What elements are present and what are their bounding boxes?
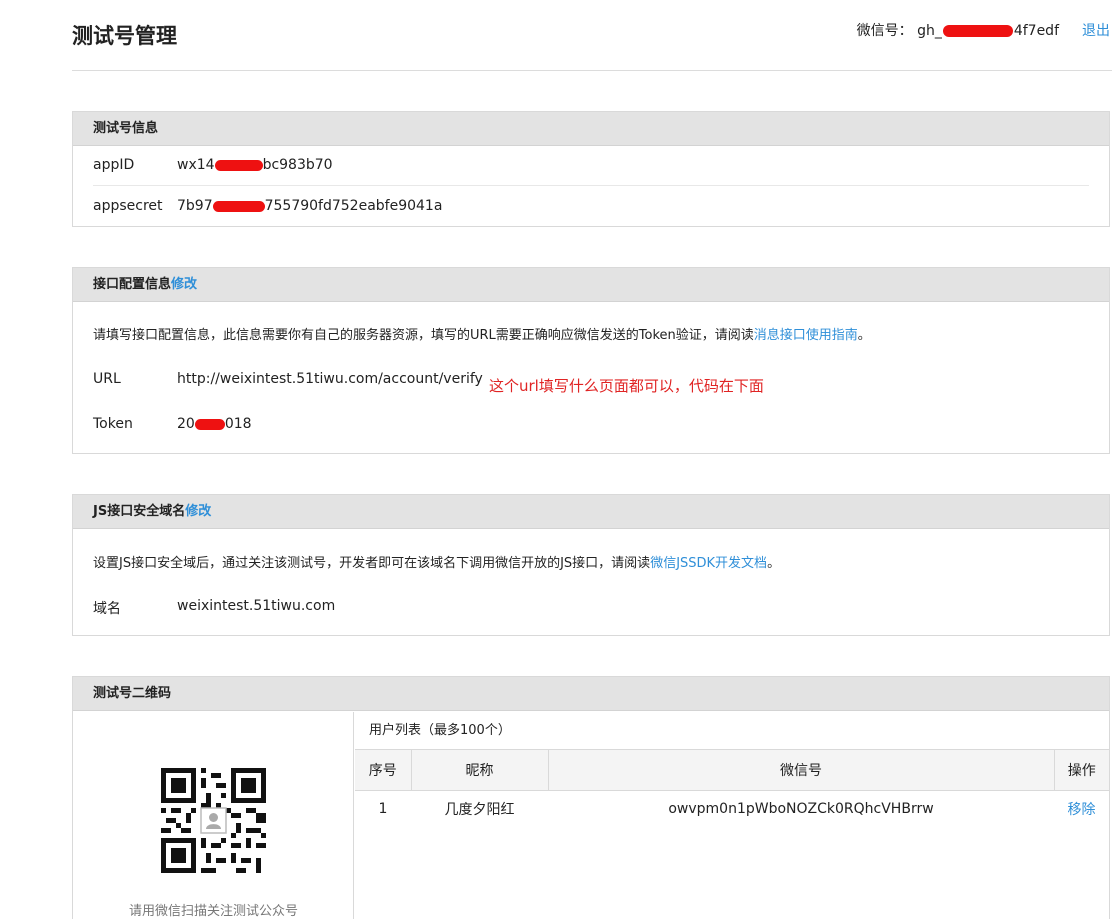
message-guide-link[interactable]: 消息接口使用指南 [754,328,858,343]
row-wechat-id: owvpm0n1pWboNOZCk0RQhcVHBrrw [668,801,934,818]
qrcode-area: 请用微信扫描关注测试公众号 [73,712,354,919]
user-table-header: 序号 昵称 微信号 操作 [355,750,1109,791]
redaction-mark [214,159,263,171]
col-nickname: 昵称 [411,750,549,791]
appsecret-suffix: 755790fd752eabfe9041a [264,198,443,214]
table-row: 1 几度夕阳红 owvpm0n1pWboNOZCk0RQhcVHBrrw 移除 [355,790,1109,828]
user-list: 用户列表（最多100个） 序号 昵称 微信号 操作 1 几度夕阳红 owvpm0… [355,712,1109,828]
appsecret-value: 7b97 755790fd752eabfe9041a [177,198,442,214]
domain-label: 域名 [93,601,121,617]
col-wechat-id: 微信号 [548,750,1055,791]
interface-edit-link[interactable]: 修改 [171,277,197,292]
redaction-mark [212,200,265,212]
row-nickname: 几度夕阳红 [444,802,515,819]
appsecret-label: appsecret [93,198,163,214]
appid-row: appID wx14 bc983b70 [93,146,1089,186]
page-header: 测试号管理 微信号： gh_ 4f7edf 退出 [72,0,1112,71]
account-info: 微信号： gh_ 4f7edf [857,20,1059,40]
account-label: 微信号： [856,23,913,39]
qrcode-panel: 测试号二维码 请用微信扫描关注测试公众号 用户列表（最多100个） 序号 昵称 … [72,676,1110,919]
user-table: 序号 昵称 微信号 操作 1 几度夕阳红 owvpm0n1pWboNOZCk0R… [355,750,1109,828]
js-domain-description: 设置JS接口安全域后，通过关注该测试号，开发者即可在该域名下调用微信开放的JS接… [93,552,780,571]
js-desc-text: 设置JS接口安全域后，通过关注该测试号，开发者即可在该域名下调用微信开放的JS接… [93,556,651,571]
token-value: 20 018 [177,416,252,432]
url-label: URL [93,371,121,387]
interface-desc-text: 请填写接口配置信息，此信息需要你有自己的服务器资源，填写的URL需要正确响应微信… [93,328,754,343]
interface-config-title-text: 接口配置信息 [93,277,172,292]
js-domain-edit-link[interactable]: 修改 [185,504,211,519]
account-id-suffix: 4f7edf [1013,23,1059,39]
account-id-prefix: gh_ [917,23,942,39]
redaction-mark [942,25,1013,37]
appsecret-prefix: 7b97 [177,198,213,214]
row-index: 1 [378,801,388,818]
redaction-mark [194,418,225,430]
test-info-title: 测试号信息 [73,112,1109,146]
interface-config-title: 接口配置信息修改 [73,268,1109,302]
qrcode-caption: 请用微信扫描关注测试公众号 [128,904,298,919]
page-title: 测试号管理 [72,24,177,48]
jssdk-doc-link[interactable]: 微信JSSDK开发文档 [650,556,767,571]
annotation-text: 这个url填写什么页面都可以，代码在下面 [489,377,764,395]
appsecret-row: appsecret 7b97 755790fd752eabfe9041a [93,186,1089,226]
js-domain-title-text: JS接口安全域名 [93,504,186,519]
interface-config-panel: 接口配置信息修改 请填写接口配置信息，此信息需要你有自己的服务器资源，填写的UR… [72,267,1110,454]
interface-desc-end: 。 [857,328,871,343]
js-domain-panel: JS接口安全域名修改 设置JS接口安全域后，通过关注该测试号，开发者即可在该域名… [72,494,1110,636]
token-suffix: 018 [224,416,252,432]
js-domain-title: JS接口安全域名修改 [73,495,1109,529]
appid-label: appID [93,157,135,173]
col-action: 操作 [1054,750,1109,791]
token-label: Token [93,416,133,432]
appid-suffix: bc983b70 [262,157,333,173]
interface-description: 请填写接口配置信息，此信息需要你有自己的服务器资源，填写的URL需要正确响应微信… [93,324,871,343]
domain-value: weixintest.51tiwu.com [177,598,336,614]
qrcode-image [161,768,266,873]
qrcode-title: 测试号二维码 [73,677,1109,711]
js-desc-end: 。 [767,556,781,571]
test-info-panel: 测试号信息 appID wx14 bc983b70 appsecret 7b97 7… [72,111,1110,227]
url-value: http://weixintest.51tiwu.com/account/ver… [177,371,483,387]
appid-value: wx14 bc983b70 [177,157,333,173]
appid-prefix: wx14 [177,157,215,173]
col-index: 序号 [355,750,412,791]
user-list-title: 用户列表（最多100个） [355,712,1109,750]
token-prefix: 20 [177,416,195,432]
remove-user-button[interactable]: 移除 [1054,790,1109,828]
logout-link[interactable]: 退出 [1082,20,1110,40]
